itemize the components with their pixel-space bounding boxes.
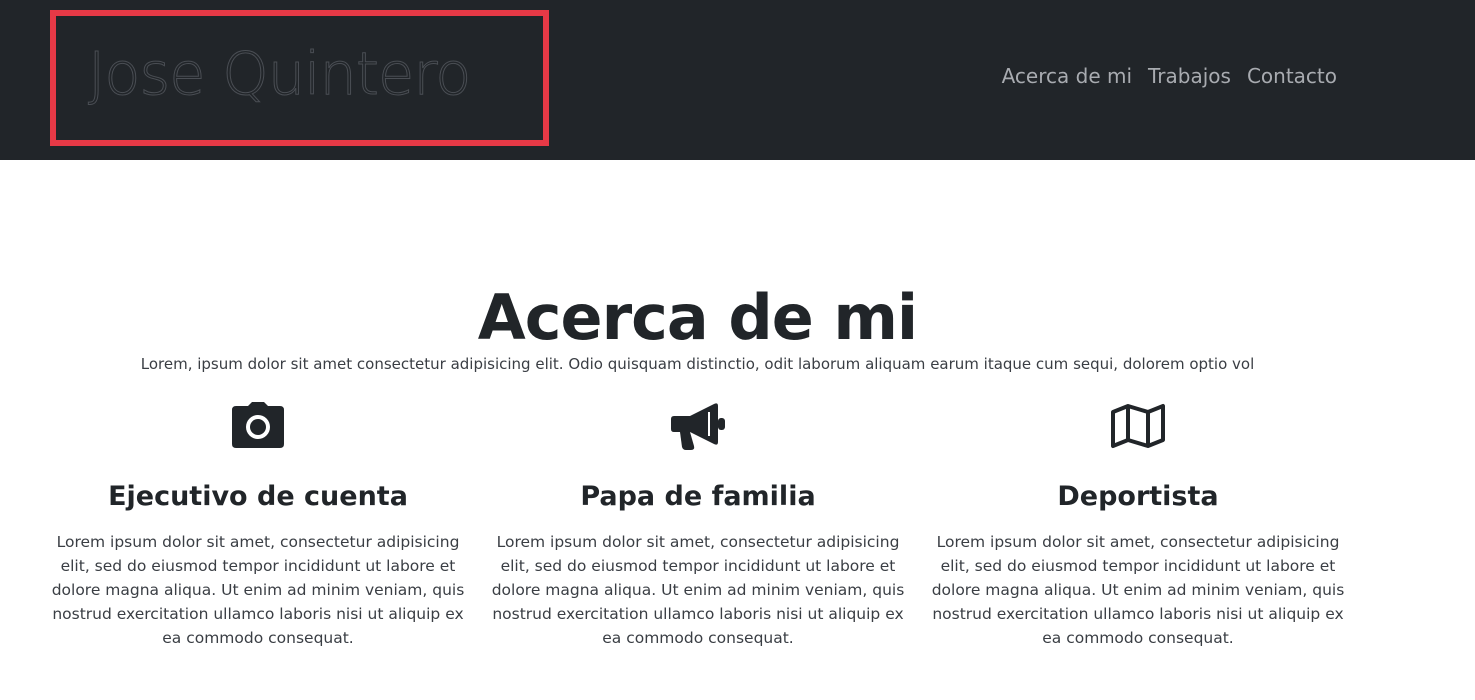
feature-title: Papa de familia [580,481,816,512]
about-intro-text: Lorem, ipsum dolor sit amet consectetur … [140,355,1255,373]
nav-link-acerca[interactable]: Acerca de mi [1002,64,1132,88]
feature-title: Deportista [1057,481,1219,512]
feature-papa: Papa de familia Lorem ipsum dolor sit am… [488,400,908,650]
feature-ejecutivo: Ejecutivo de cuenta Lorem ipsum dolor si… [48,400,468,650]
megaphone-icon [671,403,725,450]
navbar: Jose Quintero Acerca de mi Trabajos Cont… [0,0,1475,160]
feature-title: Ejecutivo de cuenta [108,481,408,512]
nav-link-trabajos[interactable]: Trabajos [1148,64,1231,88]
camera-icon [232,402,284,448]
nav-menu: Acerca de mi Trabajos Contacto [1002,64,1337,88]
feature-text: Lorem ipsum dolor sit amet, consectetur … [491,533,905,647]
feature-deportista: Deportista Lorem ipsum dolor sit amet, c… [928,400,1348,650]
nav-link-contacto[interactable]: Contacto [1247,64,1337,88]
feature-text: Lorem ipsum dolor sit amet, consectetur … [51,533,465,647]
brand-logo-link[interactable]: Jose Quintero [87,38,471,110]
map-icon [1111,404,1165,448]
about-title: Acerca de mi [477,280,918,354]
feature-text: Lorem ipsum dolor sit amet, consectetur … [931,533,1345,647]
